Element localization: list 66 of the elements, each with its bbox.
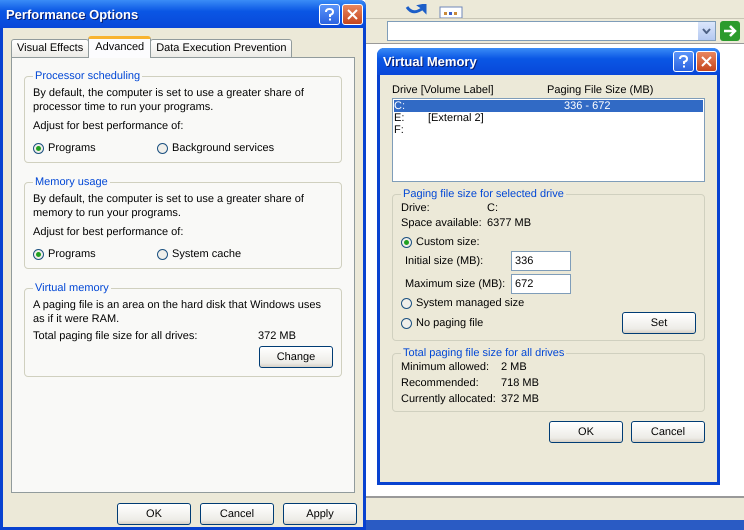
- help-button[interactable]: [673, 51, 694, 72]
- tab[interactable]: Visual Effects: [11, 39, 90, 57]
- total-value: 372 MB: [258, 330, 296, 342]
- total-label: Currently allocated:: [401, 393, 497, 405]
- radio-option[interactable]: System cache: [157, 248, 281, 260]
- description-text: By default, the computer is set to use a greater share of memory to run your programs.: [33, 192, 305, 220]
- drive-row[interactable]: E: [External 2]: [394, 112, 703, 124]
- field-label: Drive:: [401, 202, 431, 214]
- question-mark-icon: [324, 8, 335, 20]
- change-button[interactable]: Change: [259, 346, 333, 368]
- radio-option[interactable]: No paging file: [401, 317, 551, 329]
- initial-size-field[interactable]: 336: [511, 251, 571, 271]
- radio-option[interactable]: Background services: [157, 142, 281, 154]
- close-button[interactable]: [342, 4, 363, 24]
- field-label: Initial size (MB):: [405, 255, 484, 267]
- total-value: 718 MB: [501, 377, 539, 389]
- help-button[interactable]: [319, 4, 340, 24]
- group-title: Processor scheduling: [34, 70, 142, 82]
- drive-cell-text: C:: [394, 100, 406, 112]
- group-title: Paging file size for selected drive: [402, 188, 565, 200]
- views-icon[interactable]: [439, 6, 463, 18]
- maximum-size-field[interactable]: 672: [511, 274, 571, 294]
- drive-row[interactable]: C: 336 - 672: [394, 100, 703, 112]
- group-title: Total paging file size for all drives: [402, 347, 566, 359]
- field-label: Space available:: [401, 217, 483, 229]
- field-value: C:: [487, 202, 498, 214]
- radio-option[interactable]: Programs: [33, 248, 157, 260]
- close-button[interactable]: [696, 51, 717, 72]
- dialog-button[interactable]: OK: [549, 421, 623, 443]
- tab[interactable]: Data Execution Prevention: [150, 39, 292, 57]
- dialog-button[interactable]: Cancel: [631, 421, 705, 443]
- tab[interactable]: Advanced: [88, 36, 152, 58]
- prompt-text: Adjust for best performance of:: [33, 226, 184, 238]
- total-label: Minimum allowed:: [401, 361, 490, 373]
- window-title: Performance Options: [6, 6, 140, 22]
- total-label: Recommended:: [401, 377, 480, 389]
- group-title: Virtual memory: [34, 282, 110, 294]
- column-header: Paging File Size (MB): [547, 84, 654, 96]
- label-cell: [External 2]: [428, 112, 484, 124]
- set-button[interactable]: Set: [622, 312, 696, 334]
- description-text: A paging file is an area on the hard disk that Windows uses as if it were RAM.: [33, 298, 322, 326]
- close-icon: [347, 8, 358, 20]
- column-header: Drive [Volume Label]: [392, 84, 494, 96]
- window-title: Virtual Memory: [383, 54, 478, 69]
- radio-option[interactable]: Custom size:: [401, 236, 521, 248]
- dialog-button[interactable]: Apply: [283, 503, 357, 525]
- dialog-button[interactable]: Cancel: [200, 503, 274, 525]
- field-label: Maximum size (MB):: [405, 278, 506, 290]
- question-mark-icon: [678, 55, 689, 68]
- drive-cell-text: E:: [394, 112, 406, 124]
- field-value: 6377 MB: [487, 217, 532, 229]
- address-field[interactable]: [387, 21, 716, 41]
- total-value: 372 MB: [501, 393, 539, 405]
- total-value: 2 MB: [501, 361, 527, 373]
- dialog-button[interactable]: OK: [117, 503, 191, 525]
- prompt-text: Adjust for best performance of:: [33, 120, 184, 132]
- drive-row[interactable]: F:: [394, 124, 703, 136]
- drive-cell-text: F:: [394, 124, 405, 136]
- radio-option[interactable]: Programs: [33, 142, 157, 154]
- close-icon: [701, 56, 712, 67]
- description-text: By default, the computer is set to use a greater share of processor time to run your programs.: [33, 86, 305, 114]
- radio-option[interactable]: System managed size: [401, 297, 551, 309]
- dropdown-icon[interactable]: [698, 22, 715, 40]
- size-cell: 336 - 672: [564, 100, 610, 112]
- group-title: Memory usage: [34, 176, 109, 188]
- total-label: Total paging file size for all drives:: [33, 330, 198, 342]
